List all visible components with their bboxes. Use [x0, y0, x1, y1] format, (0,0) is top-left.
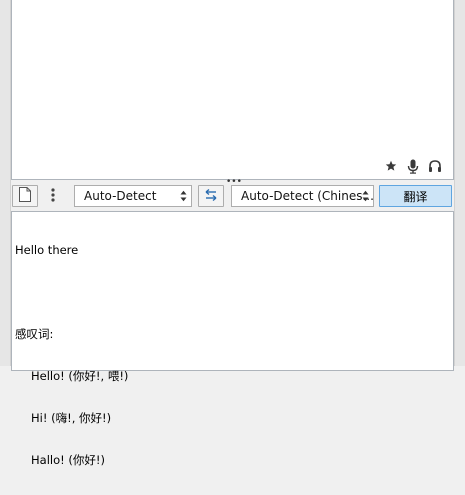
translation-toolbar: Auto-Detect Auto-Detect (Chines... 翻译	[11, 185, 454, 209]
source-actions	[383, 158, 443, 174]
more-options-button[interactable]	[46, 185, 60, 207]
spinner-arrows-icon	[180, 190, 187, 202]
result-entry: Hallo! (你好!)	[31, 453, 105, 467]
target-language-value: Auto-Detect (Chines...	[241, 189, 374, 203]
target-language-select[interactable]: Auto-Detect (Chines...	[231, 185, 374, 207]
vertical-dots-icon	[51, 187, 55, 205]
swap-arrows-icon	[203, 188, 219, 205]
left-window-edge	[0, 0, 11, 366]
microphone-icon[interactable]	[405, 158, 421, 174]
spinner-arrows-icon	[362, 190, 369, 202]
result-entry: Hi! (嗨!, 你好!)	[31, 411, 112, 425]
headphones-icon[interactable]	[427, 158, 443, 174]
result-content: Hello there 感叹词: Hello! (你好!, 喂!) Hi! (嗨…	[15, 215, 128, 495]
translate-button[interactable]: 翻译	[379, 185, 452, 207]
result-source-text: Hello there	[15, 243, 79, 257]
swap-languages-button[interactable]	[198, 185, 224, 207]
result-entry: Hello! (你好!, 喂!)	[31, 369, 129, 383]
document-icon	[19, 187, 31, 205]
star-icon[interactable]	[383, 158, 399, 174]
new-document-button[interactable]	[12, 185, 38, 207]
source-text-area[interactable]	[11, 0, 454, 180]
translation-result-area[interactable]: Hello there 感叹词: Hello! (你好!, 喂!) Hi! (嗨…	[11, 211, 454, 467]
translate-button-label: 翻译	[403, 189, 428, 204]
right-window-edge	[454, 0, 465, 366]
result-blank-line	[15, 285, 128, 299]
result-category: 感叹词:	[15, 327, 54, 341]
source-language-select[interactable]: Auto-Detect	[74, 185, 192, 207]
source-language-value: Auto-Detect	[84, 189, 157, 203]
